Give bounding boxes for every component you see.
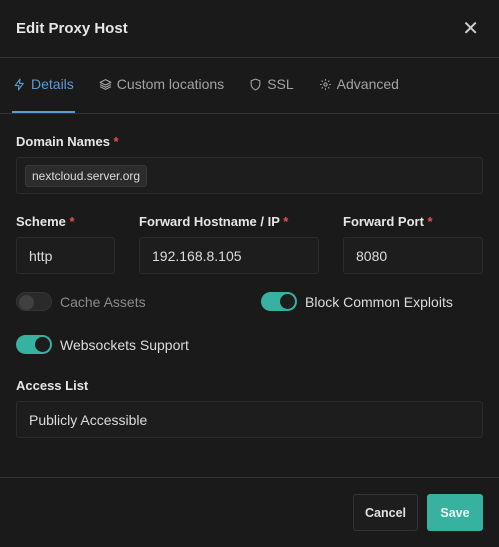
access-list-group: Access List Publicly Accessible	[16, 378, 483, 438]
forward-port-label: Forward Port *	[343, 214, 433, 229]
forward-port-input[interactable]: 8080	[343, 237, 483, 274]
block-exploits-toggle-row: Block Common Exploits	[261, 292, 453, 311]
scheme-label: Scheme *	[16, 214, 75, 229]
block-exploits-label: Block Common Exploits	[305, 293, 453, 310]
shield-icon	[250, 78, 261, 90]
tab-advanced[interactable]: Advanced	[318, 57, 400, 113]
close-icon[interactable]: ✕	[462, 19, 483, 39]
edit-proxy-host-modal: Edit Proxy Host ✕ Details Custom locatio…	[0, 0, 499, 547]
toggle-row-1: Cache Assets Block Common Exploits	[16, 292, 483, 311]
domain-chip[interactable]: nextcloud.server.org	[25, 164, 148, 187]
tab-details[interactable]: Details	[12, 57, 75, 113]
layers-icon	[99, 78, 112, 90]
block-exploits-toggle[interactable]	[261, 292, 297, 311]
cancel-button[interactable]: Cancel	[353, 494, 418, 531]
forward-hostname-label: Forward Hostname / IP *	[139, 214, 289, 229]
websockets-toggle[interactable]	[16, 335, 52, 354]
forward-port-group: Forward Port * 8080	[343, 214, 483, 274]
websockets-toggle-row: Websockets Support	[16, 335, 483, 354]
forward-row: Scheme * http Forward Hostname / IP * 19…	[16, 214, 483, 274]
tab-ssl[interactable]: SSL	[248, 57, 294, 113]
modal-header: Edit Proxy Host ✕	[0, 0, 499, 58]
save-button[interactable]: Save	[427, 494, 483, 531]
cache-assets-label: Cache Assets	[60, 293, 146, 310]
tab-label: Details	[31, 76, 74, 92]
form-body: Domain Names * nextcloud.server.org Sche…	[0, 134, 499, 438]
gear-icon	[319, 78, 331, 90]
tab-custom-locations[interactable]: Custom locations	[98, 57, 225, 113]
modal-footer: Cancel Save	[0, 477, 499, 547]
modal-title: Edit Proxy Host	[16, 20, 128, 37]
domain-names-input[interactable]: nextcloud.server.org	[16, 157, 483, 194]
access-list-label: Access List	[16, 378, 89, 393]
domain-names-label: Domain Names *	[16, 134, 119, 149]
forward-hostname-input[interactable]: 192.168.8.105	[139, 237, 319, 274]
websockets-label: Websockets Support	[60, 336, 189, 353]
scheme-input[interactable]: http	[16, 237, 115, 274]
tab-bar: Details Custom locations SSL Advanced	[0, 58, 499, 114]
access-list-select[interactable]: Publicly Accessible	[16, 401, 483, 438]
scheme-group: Scheme * http	[16, 214, 115, 274]
cache-assets-toggle-row: Cache Assets	[16, 292, 261, 311]
tab-label: SSL	[267, 76, 294, 92]
lightning-icon	[14, 78, 24, 90]
tab-label: Custom locations	[116, 76, 225, 92]
forward-hostname-group: Forward Hostname / IP * 192.168.8.105	[139, 214, 319, 274]
tab-label: Advanced	[336, 76, 399, 92]
cache-assets-toggle[interactable]	[16, 292, 52, 311]
domain-names-group: Domain Names * nextcloud.server.org	[16, 134, 483, 194]
